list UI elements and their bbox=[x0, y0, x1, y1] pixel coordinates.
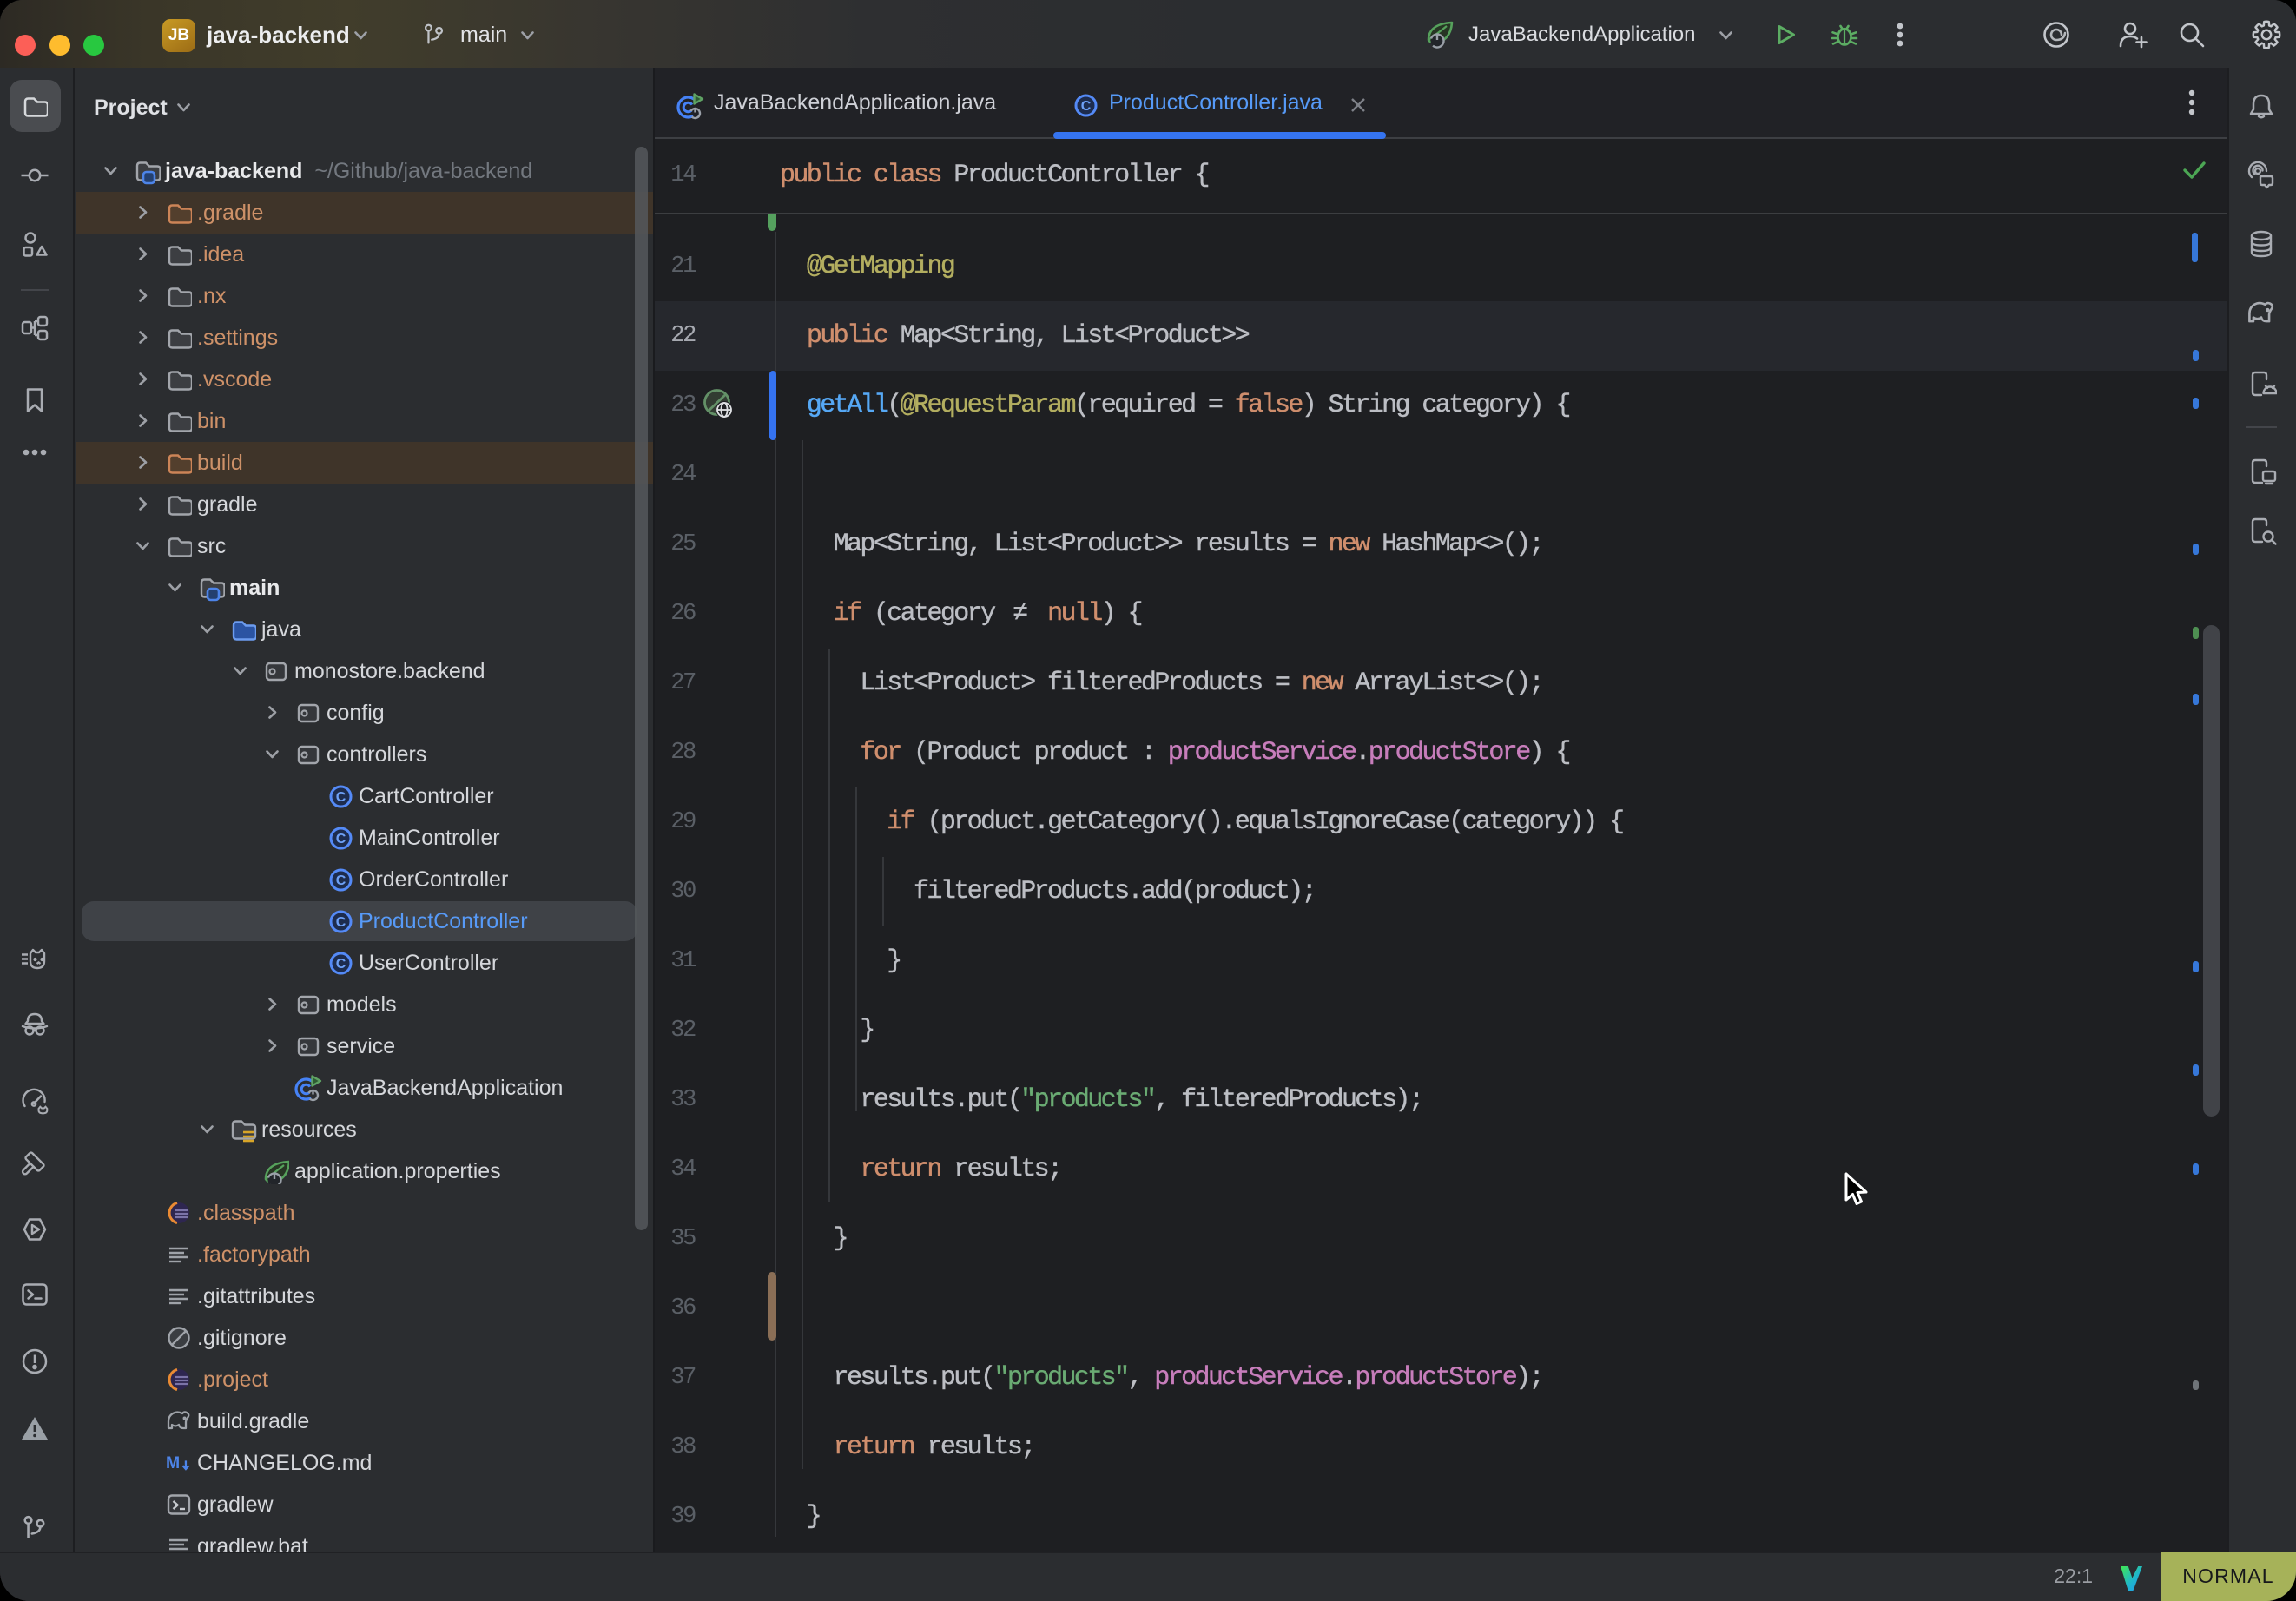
svg-text:C: C bbox=[335, 873, 346, 888]
svg-text:C: C bbox=[335, 915, 346, 930]
svg-text:C: C bbox=[335, 790, 346, 805]
svg-text:M: M bbox=[166, 1453, 180, 1473]
svg-text:C: C bbox=[1081, 99, 1092, 114]
svg-text:C: C bbox=[335, 957, 346, 972]
svg-text:C: C bbox=[335, 832, 346, 847]
